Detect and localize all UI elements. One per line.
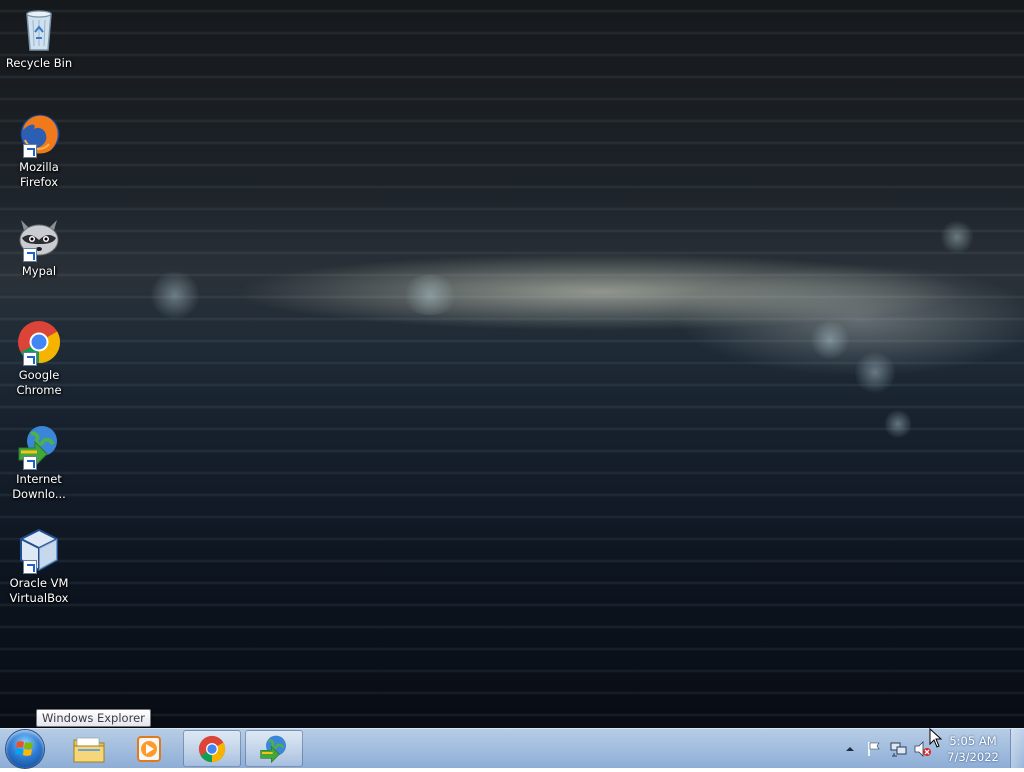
shortcut-arrow-icon <box>23 560 37 574</box>
show-desktop-button[interactable] <box>1010 729 1024 768</box>
desktop-icon-label: Internet Downlo... <box>12 472 66 501</box>
taskbar-button-windows-explorer[interactable] <box>60 730 118 767</box>
taskbar-tooltip: Windows Explorer <box>36 709 151 727</box>
show-hidden-icons-chevron[interactable] <box>845 745 855 753</box>
mouse-cursor-icon <box>929 728 943 748</box>
action-center-flag-icon[interactable] <box>866 741 882 757</box>
taskbar-button-google-chrome[interactable] <box>183 730 241 767</box>
internet-download-manager-icon <box>260 735 286 763</box>
desktop-icon-label: Recycle Bin <box>5 56 73 70</box>
desktop-icon-label: Mozilla Firefox <box>19 160 59 189</box>
start-button[interactable] <box>6 730 44 768</box>
desktop-wallpaper[interactable]: Recycle Bin Mozilla Firefox Mypal Google… <box>0 0 1024 728</box>
desktop-icon-internet-download-manager[interactable]: Internet Downlo... <box>4 422 74 502</box>
taskbar: 5:05 AM 7/3/2022 <box>0 728 1024 768</box>
media-player-icon <box>137 735 161 762</box>
wallpaper-bokeh <box>810 320 850 360</box>
wallpaper-bokeh <box>150 270 200 320</box>
windows-logo-icon <box>15 741 33 756</box>
clock-date: 7/3/2022 <box>947 750 999 764</box>
network-icon[interactable] <box>890 741 908 757</box>
chrome-icon <box>198 735 226 762</box>
desktop-icon-label: Mypal <box>21 264 57 278</box>
shortcut-arrow-icon <box>23 248 37 262</box>
wallpaper-bokeh <box>400 275 460 315</box>
desktop-icon-google-chrome[interactable]: Google Chrome <box>4 318 74 398</box>
desktop-icon-mypal[interactable]: Mypal <box>4 214 74 279</box>
taskbar-button-media-player[interactable] <box>120 730 178 767</box>
shortcut-arrow-icon <box>23 456 37 470</box>
wallpaper-bokeh <box>885 408 911 440</box>
clock-time: 5:05 AM <box>949 734 997 748</box>
desktop-icon-label: Oracle VM VirtualBox <box>9 576 69 605</box>
shortcut-arrow-icon <box>23 144 37 158</box>
system-clock[interactable]: 5:05 AM 7/3/2022 <box>940 733 1006 765</box>
desktop-icon-mozilla-firefox[interactable]: Mozilla Firefox <box>4 110 74 190</box>
recycle-bin-icon <box>26 10 52 51</box>
shortcut-arrow-icon <box>23 352 37 366</box>
wallpaper-bokeh <box>855 350 895 395</box>
desktop-icon-recycle-bin[interactable]: Recycle Bin <box>4 6 74 71</box>
desktop-icon-label: Google Chrome <box>16 368 62 397</box>
taskbar-button-internet-download-manager[interactable] <box>245 730 303 767</box>
windows-explorer-icon <box>73 737 105 762</box>
wallpaper-bokeh <box>940 220 974 254</box>
desktop-icon-oracle-vm-virtualbox[interactable]: Oracle VM VirtualBox <box>4 526 74 606</box>
